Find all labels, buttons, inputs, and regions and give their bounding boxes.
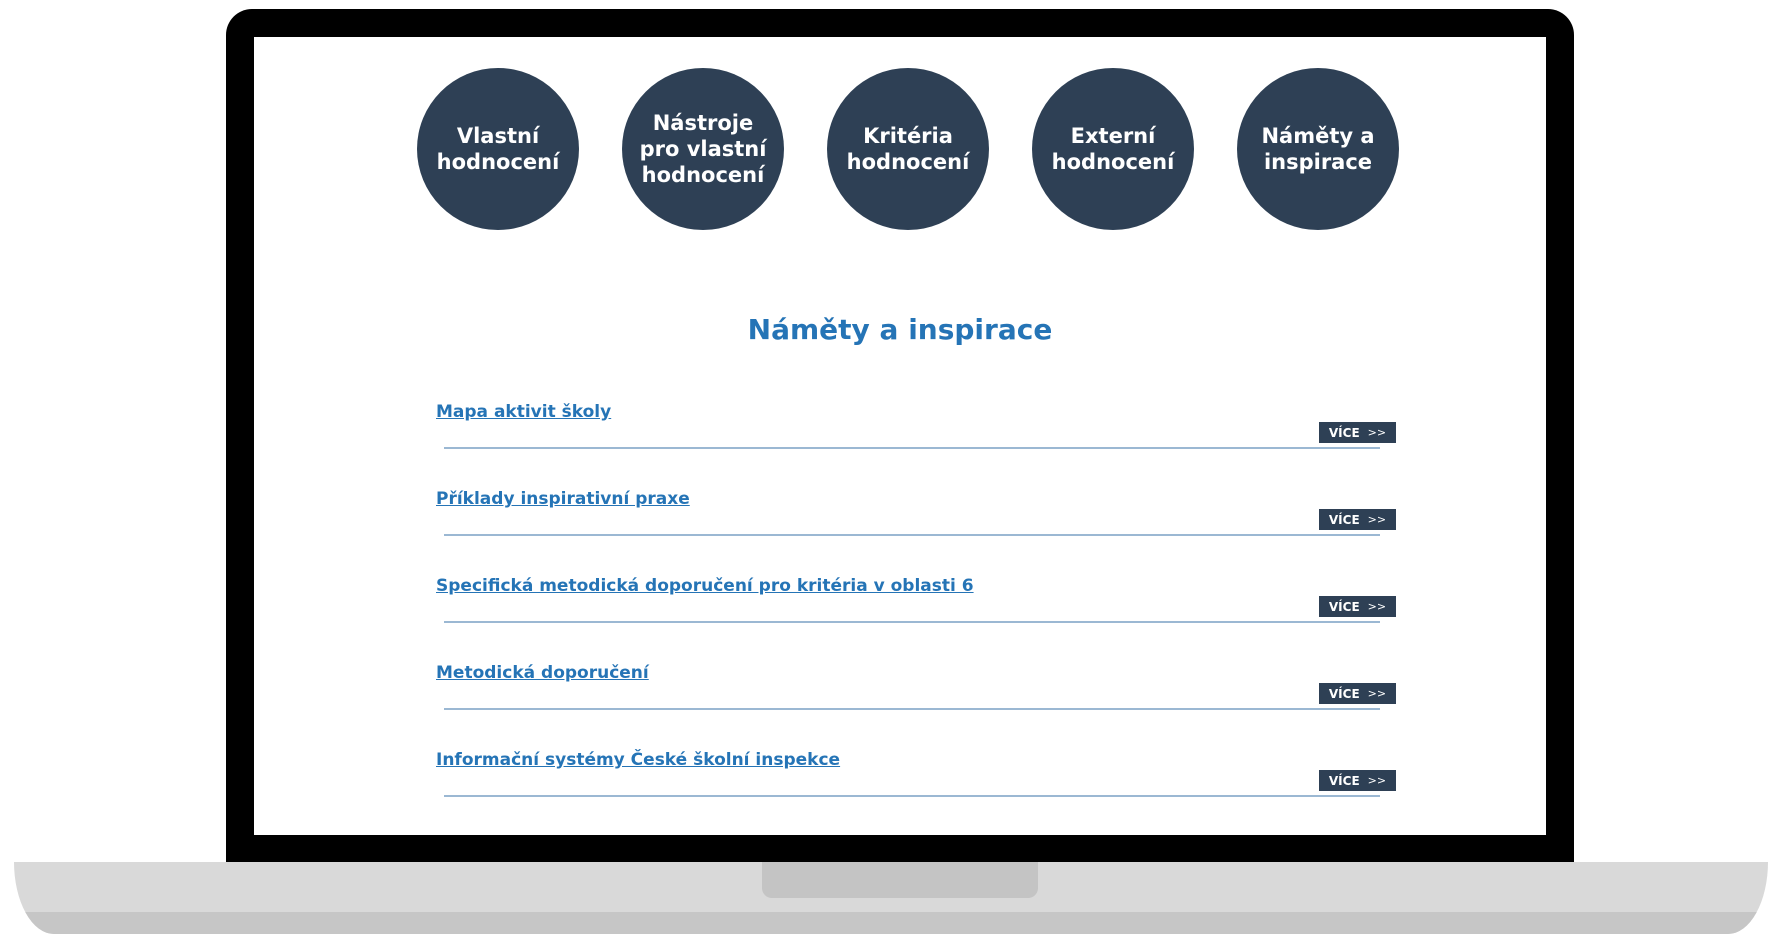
more-button[interactable]: VÍCE >> (1319, 509, 1396, 530)
page-title: Náměty a inspirace (747, 313, 1053, 346)
more-button[interactable]: VÍCE >> (1319, 422, 1396, 443)
divider (444, 708, 1380, 710)
nav-circle-label: Kritéria hodnocení (846, 124, 970, 174)
screen: Vlastní hodnocení Nástroje pro vlastní h… (254, 37, 1546, 835)
nav-circle-label: Vlastní hodnocení (436, 124, 560, 174)
more-button-label: VÍCE (1328, 686, 1360, 701)
list-item: Specifická metodická doporučení pro krit… (436, 576, 1396, 663)
divider (444, 447, 1380, 449)
laptop-mockup: Vlastní hodnocení Nástroje pro vlastní h… (0, 0, 1768, 934)
list-item: Metodická doporučení VÍCE >> (436, 663, 1396, 750)
item-link[interactable]: Informační systémy České školní inspekce (436, 750, 840, 770)
double-chevron-right-icon: >> (1367, 426, 1387, 439)
nav-circle-label: Nástroje pro vlastní hodnocení (639, 111, 767, 187)
more-button-label: VÍCE (1328, 425, 1360, 440)
more-button-label: VÍCE (1328, 773, 1360, 788)
laptop-base (14, 862, 1768, 934)
item-link[interactable]: Příklady inspirativní praxe (436, 489, 690, 509)
nav-circle-namety[interactable]: Náměty a inspirace (1237, 68, 1399, 230)
laptop-base-edge (14, 912, 1768, 934)
more-button[interactable]: VÍCE >> (1319, 770, 1396, 791)
item-list: Mapa aktivit školy VÍCE >> Příklady insp… (436, 402, 1396, 835)
divider (444, 621, 1380, 623)
item-link[interactable]: Specifická metodická doporučení pro krit… (436, 576, 974, 596)
list-item: Informační systémy České školní inspekce… (436, 750, 1396, 835)
list-item: Mapa aktivit školy VÍCE >> (436, 402, 1396, 489)
divider (444, 534, 1380, 536)
nav-circle-nastroje[interactable]: Nástroje pro vlastní hodnocení (622, 68, 784, 230)
more-button-label: VÍCE (1328, 512, 1360, 527)
list-item: Příklady inspirativní praxe VÍCE >> (436, 489, 1396, 576)
double-chevron-right-icon: >> (1367, 687, 1387, 700)
nav-circle-label: Náměty a inspirace (1261, 124, 1375, 174)
double-chevron-right-icon: >> (1367, 513, 1387, 526)
nav-circle-label: Externí hodnocení (1051, 124, 1175, 174)
double-chevron-right-icon: >> (1367, 774, 1387, 787)
divider (444, 795, 1380, 797)
item-link[interactable]: Metodická doporučení (436, 663, 649, 683)
nav-circle-kriteria[interactable]: Kritéria hodnocení (827, 68, 989, 230)
nav-circle-externi-hodnoceni[interactable]: Externí hodnocení (1032, 68, 1194, 230)
more-button[interactable]: VÍCE >> (1319, 683, 1396, 704)
more-button[interactable]: VÍCE >> (1319, 596, 1396, 617)
circle-nav: Vlastní hodnocení Nástroje pro vlastní h… (417, 68, 1399, 230)
laptop-notch (762, 862, 1038, 898)
nav-circle-vlastni-hodnoceni[interactable]: Vlastní hodnocení (417, 68, 579, 230)
item-link[interactable]: Mapa aktivit školy (436, 402, 611, 422)
double-chevron-right-icon: >> (1367, 600, 1387, 613)
more-button-label: VÍCE (1328, 599, 1360, 614)
